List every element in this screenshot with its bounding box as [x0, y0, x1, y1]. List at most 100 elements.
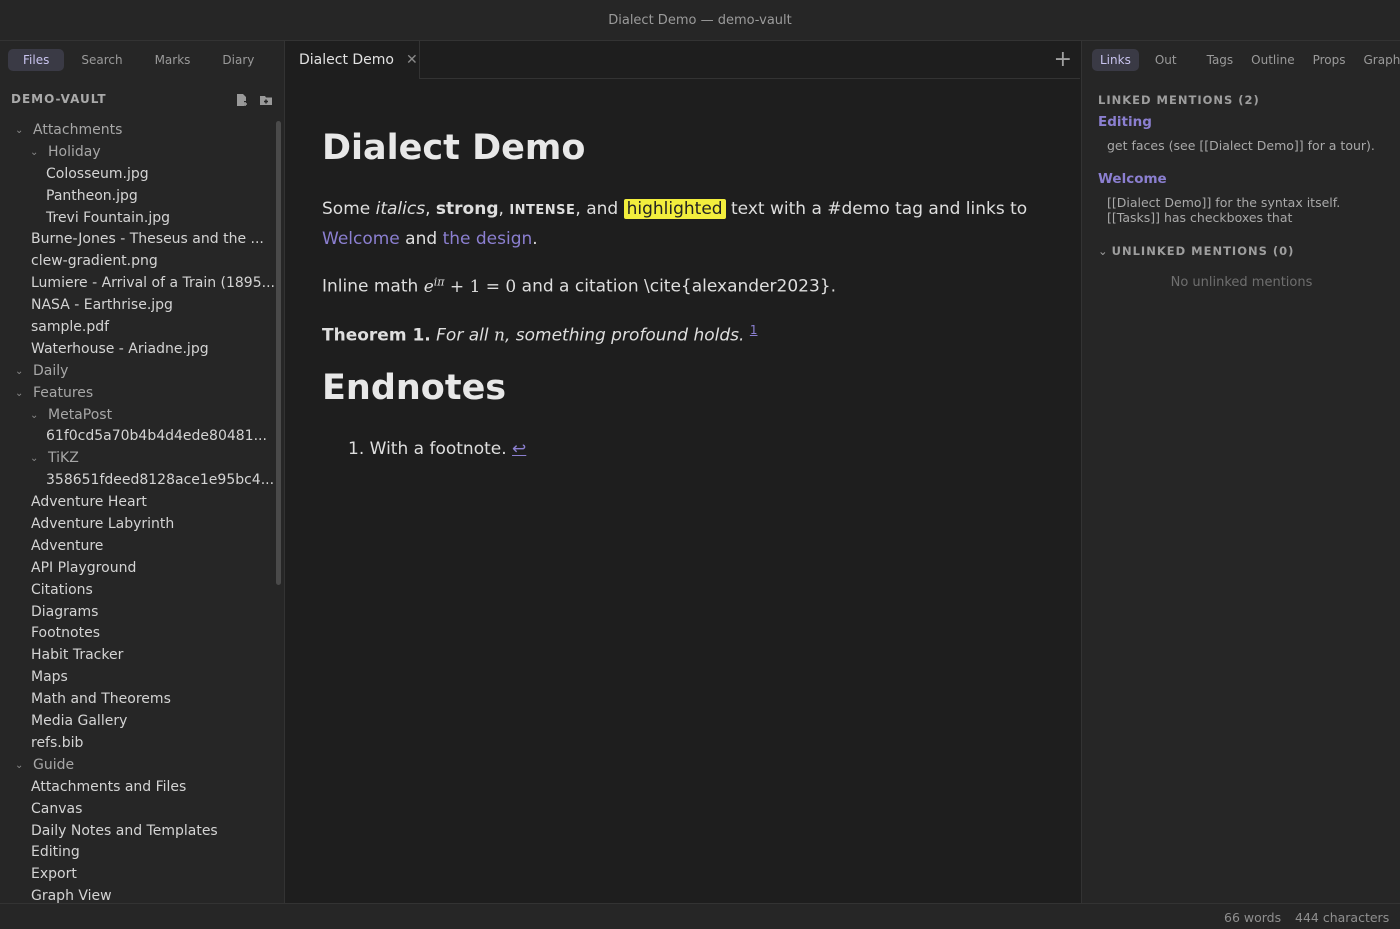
- chevron-down-icon[interactable]: ⌄: [30, 142, 42, 164]
- intense-text: INTENSE: [509, 203, 576, 218]
- tree-file[interactable]: Graph View: [0, 886, 275, 903]
- tree-folder[interactable]: ⌄ Holiday: [0, 142, 275, 164]
- chevron-down-icon[interactable]: ⌄: [30, 405, 42, 427]
- link-the-design[interactable]: the design: [443, 229, 533, 249]
- tab-diary[interactable]: Diary: [207, 49, 269, 71]
- new-folder-icon[interactable]: [259, 92, 273, 106]
- tree-file[interactable]: API Playground: [0, 558, 275, 580]
- tree-item-label: Features: [33, 384, 94, 401]
- footnote-back-icon[interactable]: ↩: [512, 439, 526, 459]
- tree-file[interactable]: Maps: [0, 667, 275, 689]
- tree-item-label: Export: [31, 866, 77, 883]
- tree-file[interactable]: NASA - Earthrise.jpg: [0, 295, 275, 317]
- new-note-icon[interactable]: [235, 92, 249, 106]
- chevron-down-icon[interactable]: ⌄: [30, 448, 42, 470]
- tree-item-label: Media Gallery: [31, 713, 128, 730]
- tree-item-label: Adventure Heart: [31, 494, 147, 511]
- tab-out[interactable]: Out: [1147, 49, 1185, 71]
- tab-outline[interactable]: Outline: [1243, 49, 1302, 71]
- unlinked-mentions-header[interactable]: ⌄ UNLINKED MENTIONS (0): [1098, 244, 1294, 258]
- tab-props[interactable]: Props: [1305, 49, 1354, 71]
- tree-file[interactable]: Adventure Labyrinth: [0, 514, 275, 536]
- linked-mentions-header[interactable]: LINKED MENTIONS (2): [1098, 93, 1260, 107]
- tree-item-label: Editing: [31, 844, 80, 861]
- tab-dialect-demo[interactable]: Dialect Demo ✕: [286, 41, 420, 79]
- tree-folder[interactable]: ⌄ TiKZ: [0, 448, 275, 470]
- close-icon[interactable]: ✕: [406, 52, 418, 68]
- endnote-text: With a footnote.: [369, 439, 507, 459]
- chevron-down-icon[interactable]: ⌄: [15, 383, 27, 405]
- tree-item-label: refs.bib: [31, 734, 84, 751]
- tree-item-label: Lumiere - Arrival of a Train (1895...: [31, 275, 275, 292]
- tree-item-label: Pantheon.jpg: [46, 187, 138, 204]
- tree-file[interactable]: Diagrams: [0, 602, 275, 624]
- tab-marks[interactable]: Marks: [140, 49, 206, 71]
- tree-file[interactable]: Editing: [0, 842, 275, 864]
- vault-name: DEMO-VAULT: [11, 92, 107, 106]
- tree-file[interactable]: Daily Notes and Templates: [0, 821, 275, 843]
- tree-item-label: Waterhouse - Ariadne.jpg: [31, 340, 209, 357]
- tree-item-label: API Playground: [31, 559, 137, 576]
- tree-folder[interactable]: ⌄ Daily: [0, 361, 275, 383]
- footnote-ref[interactable]: 1: [750, 323, 758, 337]
- tree-file[interactable]: Trevi Fountain.jpg: [0, 208, 275, 230]
- tree-file[interactable]: Export: [0, 864, 275, 886]
- tree-file[interactable]: Waterhouse - Ariadne.jpg: [0, 339, 275, 361]
- tab-tags[interactable]: Tags: [1199, 49, 1242, 71]
- tree-folder[interactable]: ⌄ Guide: [0, 755, 275, 777]
- tab-links[interactable]: Links: [1092, 48, 1139, 71]
- tree-file[interactable]: refs.bib: [0, 733, 275, 755]
- editor-pane: Dialect Demo ✕ + Dialect Demo Some itali…: [286, 41, 1080, 903]
- tree-item-label: Adventure: [31, 537, 104, 554]
- tree-file[interactable]: Attachments and Files: [0, 777, 275, 799]
- new-tab-icon[interactable]: +: [1054, 47, 1072, 72]
- chevron-down-icon[interactable]: ⌄: [15, 361, 27, 383]
- tree-file[interactable]: 358651fdeed8128ace1e95bc4...: [0, 470, 275, 492]
- mention-snippet[interactable]: [[Tasks]] has checkboxes that: [1107, 210, 1392, 225]
- mention-title-welcome[interactable]: Welcome: [1098, 171, 1167, 187]
- tree-folder[interactable]: ⌄ Attachments: [0, 120, 275, 142]
- tree-file[interactable]: Canvas: [0, 799, 275, 821]
- tree-file[interactable]: Lumiere - Arrival of a Train (1895...: [0, 273, 275, 295]
- tree-folder[interactable]: ⌄ MetaPost: [0, 405, 275, 427]
- tree-item-label: Adventure Labyrinth: [31, 516, 175, 533]
- tree-file[interactable]: Habit Tracker: [0, 645, 275, 667]
- tab-graph[interactable]: Graph: [1356, 49, 1400, 71]
- mention-snippet[interactable]: get faces (see [[Dialect Demo]] for a to…: [1107, 138, 1392, 153]
- tree-file[interactable]: Math and Theorems: [0, 689, 275, 711]
- tree-file[interactable]: Media Gallery: [0, 711, 275, 733]
- tree-file[interactable]: clew-gradient.png: [0, 251, 275, 273]
- file-tree-scrollbar[interactable]: [276, 121, 281, 585]
- tree-item-label: Footnotes: [31, 625, 101, 642]
- tree-item-label: TiKZ: [48, 450, 79, 467]
- tree-file[interactable]: Citations: [0, 580, 275, 602]
- tree-folder[interactable]: ⌄ Features: [0, 383, 275, 405]
- tree-file[interactable]: sample.pdf: [0, 317, 275, 339]
- editor-tabbar: Dialect Demo ✕ +: [286, 41, 1080, 79]
- status-bar: 66 words 444 characters: [0, 903, 1400, 929]
- tab-search[interactable]: Search: [66, 49, 137, 71]
- chevron-down-icon[interactable]: ⌄: [15, 120, 27, 142]
- tree-item-label: sample.pdf: [31, 319, 110, 336]
- tree-file[interactable]: Adventure Heart: [0, 492, 275, 514]
- tree-file[interactable]: Colosseum.jpg: [0, 164, 275, 186]
- link-welcome[interactable]: Welcome: [322, 229, 400, 249]
- tree-item-label: clew-gradient.png: [31, 253, 158, 270]
- tree-file[interactable]: Footnotes: [0, 623, 275, 645]
- tree-file[interactable]: 61f0cd5a70b4b4d4ede80481...: [0, 426, 275, 448]
- tab-files[interactable]: Files: [8, 48, 65, 71]
- paragraph-1: Some italics, strong, INTENSE, and highl…: [322, 199, 1028, 249]
- endnotes-heading: Endnotes: [322, 368, 507, 408]
- chevron-down-icon[interactable]: ⌄: [15, 755, 27, 777]
- mention-title-editing[interactable]: Editing: [1098, 114, 1152, 130]
- tree-file[interactable]: Pantheon.jpg: [0, 186, 275, 208]
- right-sidebar: Links Out Tags Outline Props Graph LINKE…: [1081, 41, 1400, 903]
- tree-item-label: Habit Tracker: [31, 647, 124, 664]
- window-title: Dialect Demo — demo-vault: [0, 0, 1400, 41]
- tree-item-label: Maps: [31, 669, 68, 686]
- endnote-number: 1.: [348, 439, 365, 459]
- tree-file[interactable]: Adventure: [0, 536, 275, 558]
- tree-file[interactable]: Burne-Jones - Theseus and the ...: [0, 229, 275, 251]
- right-tabs: Links Out Tags Outline Props Graph: [1082, 41, 1400, 78]
- mention-snippet[interactable]: [[Dialect Demo]] for the syntax itself.: [1107, 195, 1392, 210]
